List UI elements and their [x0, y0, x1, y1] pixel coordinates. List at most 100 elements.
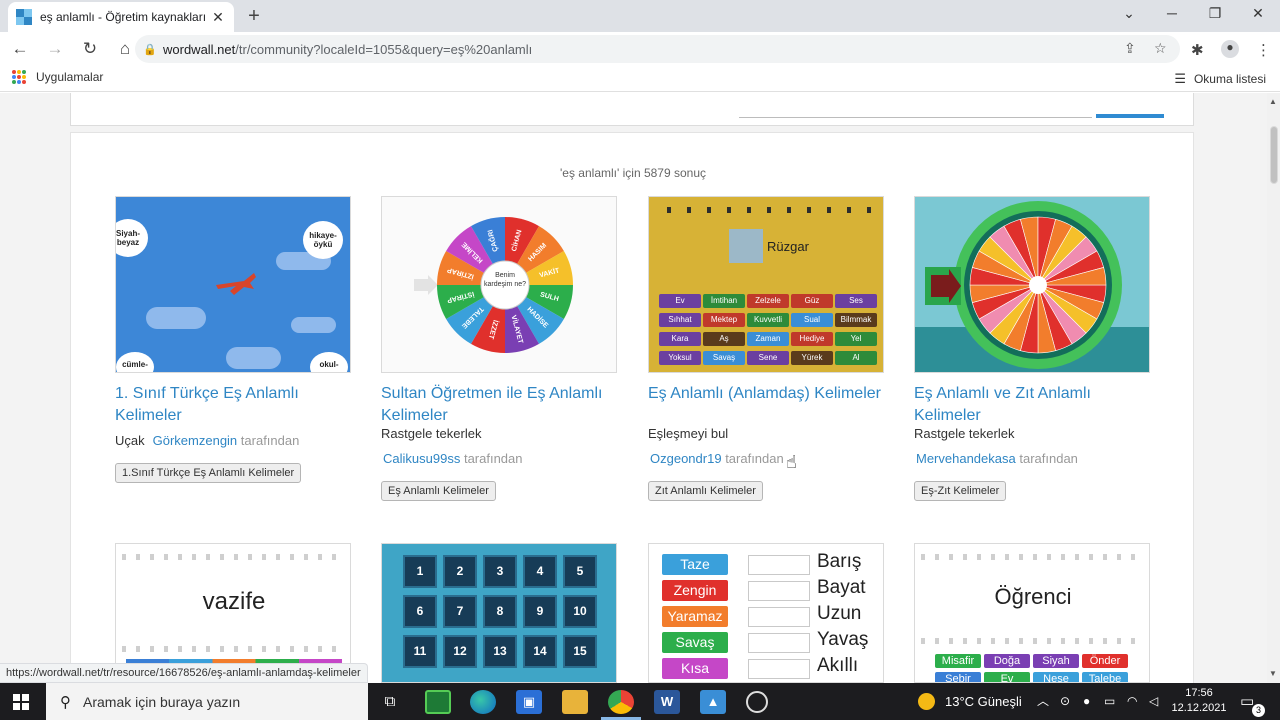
- scroll-up-arrow-icon[interactable]: ▲: [1269, 97, 1277, 106]
- system-clock[interactable]: 17:56 12.12.2021: [1168, 686, 1230, 716]
- card-type: Rastgele tekerlek: [381, 426, 482, 441]
- extensions-puzzle-icon[interactable]: ✱: [1191, 41, 1204, 59]
- bookmark-star-icon[interactable]: ☆: [1154, 40, 1167, 57]
- word-chip: Talebe: [1082, 672, 1128, 682]
- match-tile: Sıhhat: [659, 313, 701, 327]
- card-thumbnail[interactable]: Taze Zengin Yaramaz Savaş Kısa Barış Bayat Uzun…: [648, 543, 884, 683]
- forward-arrow-icon[interactable]: →: [40, 39, 70, 59]
- card-thumbnail[interactable]: Siyah-beyaz hikaye-öykü cümle- okul-: [115, 196, 351, 373]
- word-chip: Siyah: [1033, 654, 1079, 668]
- card-type: Rastgele tekerlek: [914, 426, 1015, 441]
- number-tile: 11: [403, 635, 437, 668]
- windows-start-icon[interactable]: [13, 694, 29, 710]
- obs-icon[interactable]: [746, 691, 768, 713]
- card-title[interactable]: Eş Anlamlı ve Zıt Anlamlı Kelimeler: [914, 383, 1150, 427]
- match-drop-box: [748, 555, 810, 575]
- app-icon[interactable]: [425, 690, 451, 714]
- task-view-icon[interactable]: ⧉: [377, 690, 403, 714]
- card-author[interactable]: Ozgeondr19: [650, 451, 722, 466]
- tray-camera-icon[interactable]: ⊙: [1060, 683, 1070, 720]
- match-target-word: Barış: [817, 551, 862, 572]
- match-tile: Kuvvetli: [747, 313, 789, 327]
- card-thumbnail[interactable]: [914, 196, 1150, 373]
- menu-kebab-icon[interactable]: ⋮: [1256, 41, 1271, 59]
- word-icon[interactable]: W: [654, 690, 680, 714]
- battery-icon[interactable]: ▭: [1104, 683, 1115, 720]
- airplane-icon: [216, 273, 256, 295]
- card-type: Uçak Görkemzengin tarafından: [115, 433, 300, 448]
- card-tag[interactable]: Eş-Zıt Kelimeler: [914, 481, 1007, 501]
- wheel-center-text: Benim kardeşim ne?: [483, 272, 527, 288]
- microphone-icon[interactable]: ●: [1083, 683, 1090, 720]
- match-target-word: Bayat: [817, 577, 866, 598]
- edge-browser-icon[interactable]: [470, 690, 496, 714]
- card-author[interactable]: Calikusu99ss: [383, 451, 460, 466]
- match-word-button: Yaramaz: [662, 606, 728, 627]
- notifications-icon[interactable]: ▭: [1240, 683, 1254, 720]
- prompt-word: Öğrenci: [994, 584, 1072, 609]
- search-button[interactable]: [1096, 114, 1164, 118]
- reading-list-button[interactable]: ☰ Okuma listesi: [1174, 71, 1266, 87]
- store-icon[interactable]: ▣: [516, 690, 542, 714]
- card-thumbnail[interactable]: CİHAN HASIM VAKİT SULH HADİSE VİLAYET İZZET TAL…: [381, 196, 617, 373]
- url-host: wordwall.net: [163, 41, 236, 57]
- match-tile: Sual: [791, 313, 833, 327]
- number-tile: 8: [483, 595, 517, 628]
- file-explorer-icon[interactable]: [562, 690, 588, 714]
- weather-text[interactable]: 13°C Güneşli: [945, 683, 1022, 720]
- volume-icon[interactable]: ◁: [1149, 683, 1158, 720]
- minimize-button[interactable]: ─: [1157, 5, 1187, 21]
- chrome-icon[interactable]: [608, 690, 634, 714]
- card-thumbnail[interactable]: 1 2 3 4 5 6 7 8 9 10 11 12 13 14 15: [381, 543, 617, 683]
- card-thumbnail[interactable]: Rüzgar Ev İmtihan Zelzele Güz Ses Sıhhat Mekte…: [648, 196, 884, 373]
- browser-tab[interactable]: eş anlamlı - Öğretim kaynakları ✕: [8, 2, 234, 32]
- word-chip: Doğa: [984, 654, 1030, 668]
- card-thumbnail[interactable]: vazife: [115, 543, 351, 683]
- scroll-down-arrow-icon[interactable]: ▼: [1269, 669, 1277, 678]
- match-tile: Ses: [835, 294, 877, 308]
- number-tile: 7: [443, 595, 477, 628]
- photos-icon[interactable]: ▲: [700, 690, 726, 714]
- apps-shortcut[interactable]: Uygulamalar: [12, 70, 103, 84]
- wifi-icon[interactable]: ◠: [1127, 683, 1137, 720]
- close-window-button[interactable]: ✕: [1243, 5, 1273, 22]
- number-tile: 15: [563, 635, 597, 668]
- card-author-line: Mervehandekasa tarafından: [916, 451, 1078, 466]
- word-chip: Önder: [1082, 654, 1128, 668]
- card-tag[interactable]: 1.Sınıf Türkçe Eş Anlamlı Kelimeler: [115, 463, 302, 483]
- tab-search-chevron-icon[interactable]: ⌄: [1114, 5, 1144, 22]
- match-drop-box: [748, 659, 810, 679]
- result-count: 'eş anlamlı' için 5879 sonuç: [560, 166, 706, 180]
- card-author[interactable]: Görkemzengin: [153, 433, 238, 448]
- profile-avatar-icon[interactable]: ●: [1221, 40, 1239, 58]
- close-tab-icon[interactable]: ✕: [210, 9, 226, 26]
- taskbar-search[interactable]: ⚲ Aramak için buraya yazın: [46, 683, 368, 720]
- lock-icon: 🔒: [143, 43, 157, 56]
- search-input[interactable]: [739, 115, 1092, 118]
- card-title[interactable]: Eş Anlamlı (Anlamdaş) Kelimeler: [648, 383, 884, 405]
- card-title[interactable]: 1. Sınıf Türkçe Eş Anlamlı Kelimeler: [115, 383, 351, 427]
- match-word-button: Kısa: [662, 658, 728, 679]
- browser-toolbar: ← → ↻ ⌂ 🔒 wordwall.net/tr/community?loca…: [0, 32, 1280, 66]
- card-author[interactable]: Mervehandekasa: [916, 451, 1016, 466]
- word-chip: Sebir: [935, 672, 981, 682]
- wind-image: [729, 229, 763, 263]
- match-target-word: Uzun: [817, 603, 862, 624]
- card-tag[interactable]: Eş Anlamlı Kelimeler: [381, 481, 496, 501]
- match-tile: Al: [835, 351, 877, 365]
- address-bar[interactable]: 🔒 wordwall.net/tr/community?localeId=105…: [135, 35, 1180, 63]
- scrollbar-thumb[interactable]: [1270, 126, 1278, 184]
- hand-cursor-icon: ☝: [786, 452, 797, 472]
- new-tab-button[interactable]: +: [244, 5, 264, 28]
- back-arrow-icon[interactable]: ←: [5, 39, 35, 59]
- link-status-bar: https://wordwall.net/tr/resource/1667852…: [0, 663, 368, 683]
- share-icon[interactable]: ⇪: [1124, 40, 1136, 57]
- card-thumbnail[interactable]: Öğrenci Misafir Doğa Siyah Önder Sebir Ev Neşe…: [914, 543, 1150, 683]
- number-tile: 13: [483, 635, 517, 668]
- card-title[interactable]: Sultan Öğretmen ile Eş Anlamlı Kelimeler: [381, 383, 617, 427]
- tray-chevron-icon[interactable]: ︿: [1037, 683, 1049, 720]
- reload-icon[interactable]: ↻: [75, 39, 105, 59]
- page-scrollbar[interactable]: ▲ ▼: [1267, 93, 1280, 683]
- maximize-button[interactable]: ❐: [1200, 5, 1230, 22]
- card-tag[interactable]: Zıt Anlamlı Kelimeler: [648, 481, 763, 501]
